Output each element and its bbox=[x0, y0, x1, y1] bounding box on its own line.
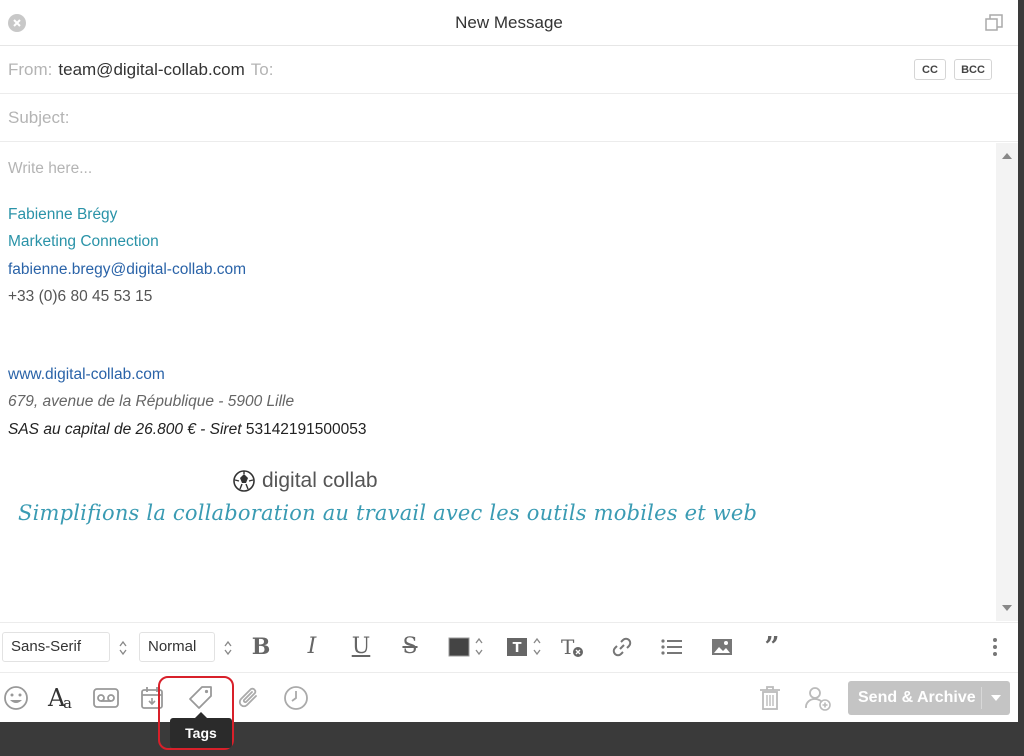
scroll-up-icon[interactable] bbox=[1002, 153, 1012, 159]
more-options-icon[interactable] bbox=[992, 637, 998, 657]
text-format-icon[interactable]: Aa bbox=[46, 682, 78, 714]
font-family-select[interactable]: Sans-Serif bbox=[2, 631, 127, 662]
bold-icon[interactable]: B bbox=[241, 632, 281, 662]
editor-scrollbar[interactable] bbox=[996, 143, 1018, 621]
text-color-icon[interactable] bbox=[442, 632, 488, 662]
font-family-value: Sans-Serif bbox=[11, 638, 82, 655]
send-archive-button[interactable]: Send & Archive bbox=[848, 681, 1010, 715]
signature-address: 679, avenue de la République - 5900 Lill… bbox=[8, 393, 295, 411]
close-icon[interactable] bbox=[8, 14, 26, 32]
chevron-updown-icon bbox=[224, 640, 232, 655]
action-bar: Aa Send & Archive bbox=[0, 672, 1018, 722]
subject-row[interactable]: Subject: bbox=[0, 94, 1018, 142]
from-to-row: From: team@digital-collab.com To: CC BCC bbox=[0, 46, 1018, 94]
add-contact-icon[interactable] bbox=[802, 682, 834, 714]
emoji-icon[interactable] bbox=[0, 682, 32, 714]
strikethrough-icon[interactable]: S bbox=[390, 632, 430, 662]
cc-button[interactable]: CC bbox=[914, 59, 946, 80]
send-archive-label: Send & Archive bbox=[858, 689, 976, 706]
legal-number: 53142191500053 bbox=[245, 420, 367, 438]
trash-icon[interactable] bbox=[754, 682, 786, 714]
formatting-toolbar: Sans-Serif Normal B I U S T T ” bbox=[0, 622, 1018, 670]
to-field[interactable]: To: bbox=[251, 60, 274, 80]
chevron-down-icon[interactable] bbox=[991, 695, 1001, 701]
compose-window: New Message From: team@digital-collab.co… bbox=[0, 0, 1018, 722]
subject-field[interactable]: Subject: bbox=[8, 108, 69, 128]
signature-phone: +33 (0)6 80 45 53 15 bbox=[8, 287, 153, 305]
tags-tooltip: Tags bbox=[170, 712, 232, 748]
legal-italic: SAS au capital de 26.800 € - Siret bbox=[8, 420, 242, 438]
image-icon[interactable] bbox=[702, 632, 742, 662]
background-color-icon[interactable]: T bbox=[500, 632, 546, 662]
svg-text:T: T bbox=[513, 641, 522, 656]
bcc-button[interactable]: BCC bbox=[954, 59, 992, 80]
editor-content[interactable]: Write here... Fabienne Brégy Marketing C… bbox=[8, 155, 367, 443]
signature-name: Fabienne Brégy bbox=[8, 206, 118, 223]
logo-ball-icon bbox=[233, 470, 255, 492]
attachment-icon[interactable] bbox=[233, 682, 265, 714]
window-title: New Message bbox=[455, 12, 563, 32]
title-bar: New Message bbox=[0, 0, 1018, 46]
chevron-updown-icon bbox=[119, 640, 127, 655]
popout-icon[interactable] bbox=[984, 13, 1004, 33]
signature-tagline: Simplifions la collaboration au travail … bbox=[18, 501, 758, 525]
body-placeholder: Write here... bbox=[8, 160, 93, 177]
signature-website[interactable]: www.digital-collab.com bbox=[8, 361, 367, 388]
font-size-value: Normal bbox=[148, 638, 197, 655]
voicemail-icon[interactable] bbox=[90, 682, 122, 714]
message-editor[interactable]: Write here... Fabienne Brégy Marketing C… bbox=[0, 143, 1018, 621]
font-size-select[interactable]: Normal bbox=[139, 631, 232, 662]
svg-text:T: T bbox=[561, 635, 575, 659]
underline-icon[interactable]: U bbox=[341, 632, 381, 662]
link-icon[interactable] bbox=[602, 632, 642, 662]
italic-icon[interactable]: I bbox=[292, 632, 332, 662]
svg-text:a: a bbox=[63, 694, 72, 712]
clear-format-icon[interactable]: T bbox=[552, 632, 592, 662]
signature-email[interactable]: fabienne.bregy@digital-collab.com bbox=[8, 256, 367, 283]
scroll-down-icon[interactable] bbox=[1002, 605, 1012, 611]
signature-company: Marketing Connection bbox=[8, 233, 159, 251]
from-address[interactable]: team@digital-collab.com bbox=[58, 60, 244, 80]
from-label: From: bbox=[8, 59, 53, 79]
list-icon[interactable] bbox=[652, 632, 692, 662]
clock-icon[interactable] bbox=[280, 682, 312, 714]
company-logo: digital collab bbox=[232, 469, 378, 493]
quote-icon[interactable]: ” bbox=[752, 632, 792, 662]
signature-legal: SAS au capital de 26.800 € - Siret 53142… bbox=[8, 416, 367, 443]
logo-text: digital collab bbox=[262, 469, 378, 492]
